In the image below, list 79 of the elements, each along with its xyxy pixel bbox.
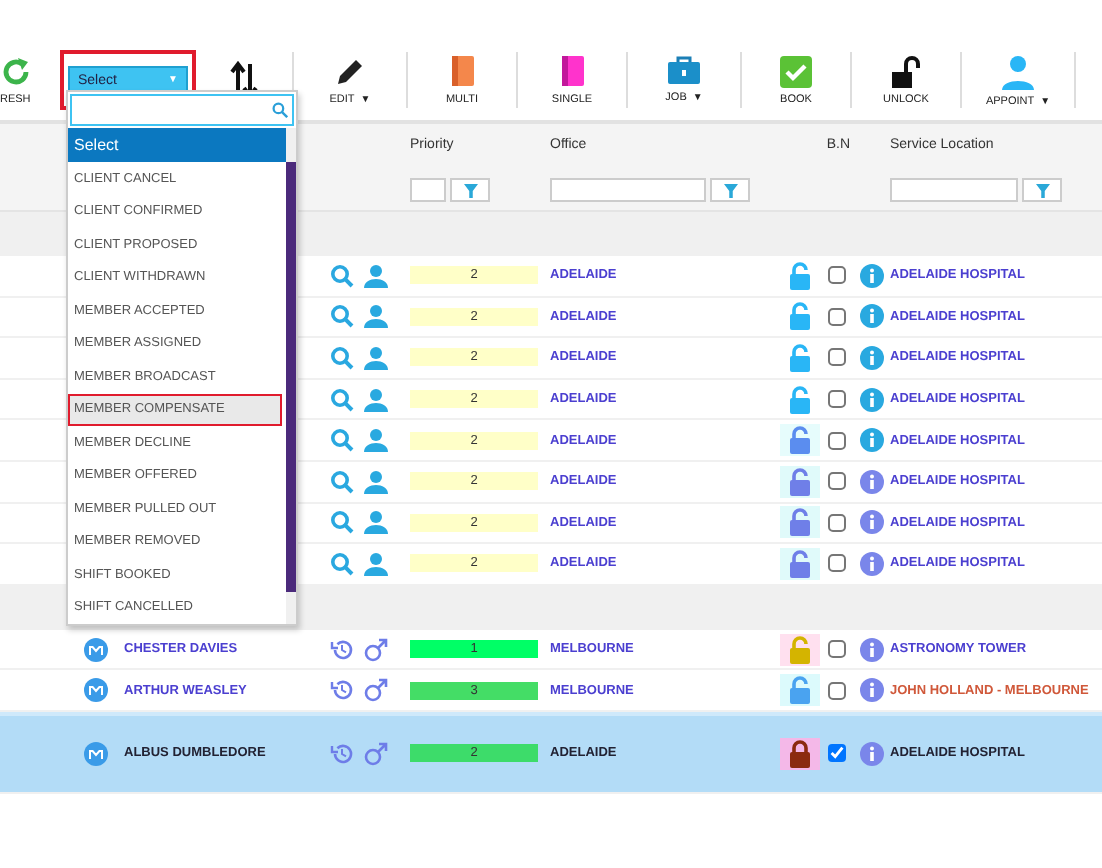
history-icon[interactable] (330, 637, 354, 662)
search-icon (272, 102, 288, 118)
person-icon[interactable] (364, 469, 388, 494)
person-icon[interactable] (364, 510, 388, 535)
filter-input[interactable] (550, 178, 706, 202)
filter-icon (1035, 183, 1049, 197)
search-icon[interactable] (330, 345, 354, 370)
refresh-icon (0, 55, 32, 87)
info-icon[interactable] (860, 263, 884, 288)
unlocked-padlock-icon[interactable] (788, 261, 812, 290)
male-symbol-icon (364, 741, 388, 766)
person-icon[interactable] (364, 428, 388, 453)
person-icon[interactable] (364, 551, 388, 576)
person-icon[interactable] (364, 387, 388, 412)
info-icon[interactable] (860, 428, 884, 453)
unlocked-padlock-icon[interactable] (788, 549, 812, 578)
unlocked-padlock-icon[interactable] (788, 302, 812, 331)
filter-input[interactable] (410, 178, 446, 202)
row-checkbox[interactable] (828, 681, 846, 700)
search-icon[interactable] (330, 551, 354, 576)
unlocked-padlock-icon[interactable] (788, 426, 812, 455)
unlocked-padlock-icon[interactable] (788, 467, 812, 496)
m-badge-icon (84, 741, 108, 766)
filter-button[interactable] (1022, 178, 1062, 202)
history-icon[interactable] (330, 678, 354, 703)
book-icon (449, 54, 475, 88)
briefcase-icon (666, 56, 702, 86)
row-checkbox[interactable] (828, 348, 846, 367)
row-checkbox[interactable] (828, 554, 846, 573)
row-checkbox[interactable] (828, 431, 846, 450)
person-icon (1000, 53, 1036, 89)
person-icon[interactable] (364, 263, 388, 288)
info-icon[interactable] (860, 469, 884, 494)
search-icon[interactable] (330, 428, 354, 453)
checkmark-icon (780, 55, 812, 87)
search-icon[interactable] (330, 304, 354, 329)
row-checkbox[interactable] (828, 390, 846, 409)
row-checkbox[interactable] (828, 513, 846, 532)
info-icon[interactable] (860, 551, 884, 576)
info-icon[interactable] (860, 510, 884, 535)
row-checkbox[interactable] (828, 472, 846, 491)
filter-button[interactable] (710, 178, 750, 202)
row-checkbox[interactable] (828, 307, 846, 326)
person-icon[interactable] (364, 345, 388, 370)
book-icon (559, 54, 585, 88)
unlocked-padlock-icon[interactable] (788, 676, 812, 705)
male-symbol-icon (364, 678, 388, 703)
filter-button[interactable] (450, 178, 490, 202)
search-icon[interactable] (330, 510, 354, 535)
info-icon[interactable] (860, 345, 884, 370)
locked-padlock-icon[interactable] (788, 739, 812, 768)
filter-input[interactable] (890, 178, 1018, 202)
m-badge-icon (84, 637, 108, 662)
info-icon[interactable] (860, 304, 884, 329)
filter-icon (463, 183, 477, 197)
search-icon[interactable] (330, 387, 354, 412)
row-checkbox[interactable] (828, 744, 846, 763)
m-badge-icon (84, 678, 108, 703)
pencil-icon (334, 55, 366, 87)
unlocked-padlock-icon[interactable] (788, 635, 812, 664)
history-icon[interactable] (330, 741, 354, 766)
info-icon[interactable] (860, 387, 884, 412)
info-icon[interactable] (860, 678, 884, 703)
info-icon[interactable] (860, 741, 884, 766)
dropdown-option[interactable]: Select (68, 128, 286, 162)
info-icon[interactable] (860, 637, 884, 662)
unlocked-padlock-icon[interactable] (788, 508, 812, 537)
unlocked-padlock-icon[interactable] (788, 343, 812, 372)
search-icon[interactable] (330, 263, 354, 288)
filter-icon (723, 183, 737, 197)
unlocked-padlock-icon (890, 55, 922, 87)
scrollbar-thumb[interactable] (286, 162, 296, 592)
search-icon[interactable] (330, 469, 354, 494)
person-icon[interactable] (364, 304, 388, 329)
male-symbol-icon (364, 637, 388, 662)
row-checkbox[interactable] (828, 640, 846, 659)
dropdown-search-field[interactable] (70, 94, 294, 126)
row-checkbox[interactable] (828, 266, 846, 285)
unlocked-padlock-icon[interactable] (788, 385, 812, 414)
